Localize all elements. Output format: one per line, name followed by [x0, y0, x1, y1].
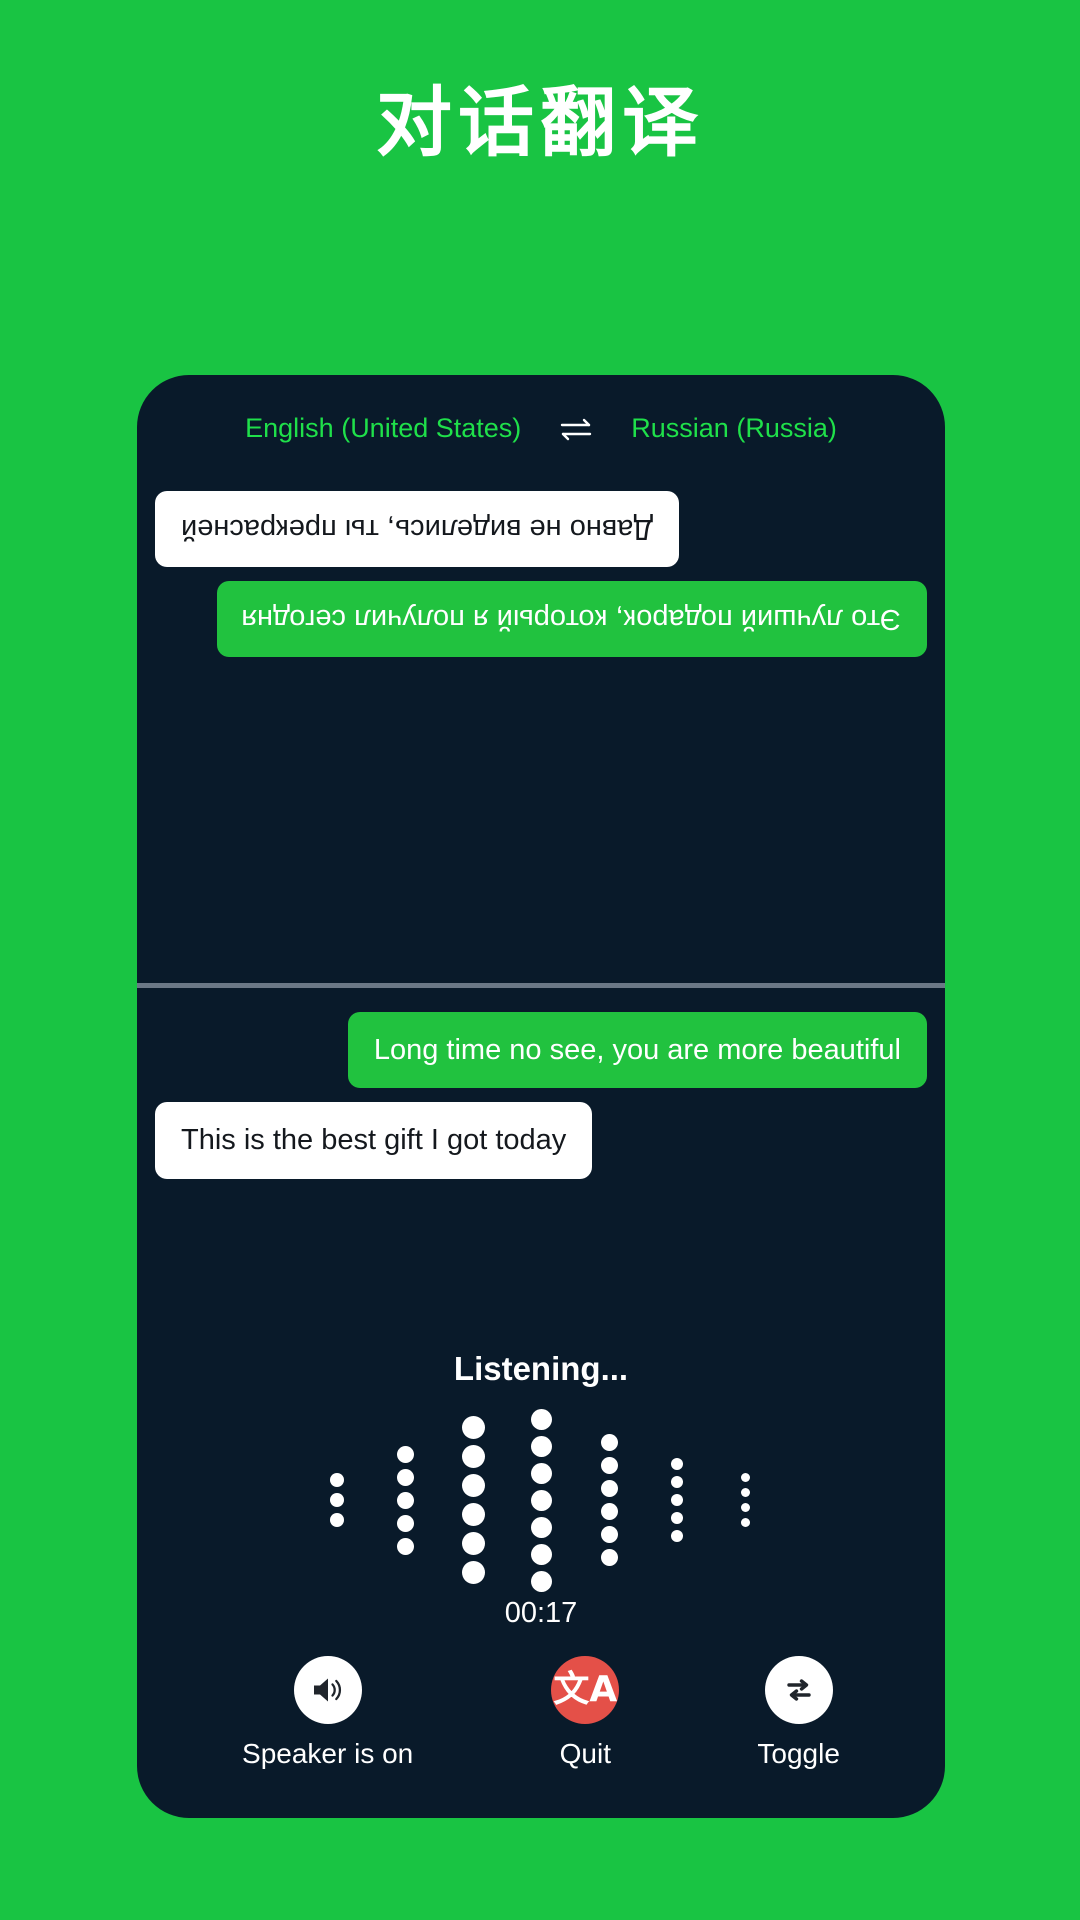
waveform-dot	[671, 1476, 683, 1488]
waveform-dot	[600, 1434, 618, 1451]
waveform-dot	[530, 1516, 552, 1538]
toggle-button-label: Toggle	[757, 1738, 840, 1769]
waveform-dot	[600, 1526, 618, 1543]
waveform-dot	[530, 1570, 552, 1592]
waveform-dot	[740, 1518, 750, 1527]
waveform-column	[439, 1413, 507, 1587]
waveform-dot	[396, 1537, 414, 1555]
waveform-column	[303, 1470, 371, 1530]
speaker-on-icon	[309, 1671, 347, 1709]
waveform-dot	[330, 1473, 344, 1487]
waveform-column	[643, 1455, 711, 1545]
waveform-dot	[461, 1503, 485, 1526]
waveform-dot	[396, 1445, 414, 1463]
waveform-column	[711, 1470, 779, 1530]
waveform-dot	[740, 1488, 750, 1497]
language-bar: English (United States) Russian (Russia)	[137, 413, 945, 444]
waveform-dot	[600, 1480, 618, 1497]
waveform-dot	[671, 1458, 683, 1470]
waveform-column	[371, 1443, 439, 1558]
local-conversation-pane: Long time no see, you are more beautiful…	[137, 990, 945, 1310]
message-bubble[interactable]: Long time no see, you are more beautiful	[347, 1012, 927, 1089]
waveform-dot	[530, 1489, 552, 1511]
message-row: Это лучший подарок, который я получил се…	[155, 581, 927, 658]
waveform-dot	[396, 1514, 414, 1532]
message-bubble[interactable]: Давно не виделись, ты прекрасней	[155, 491, 680, 568]
waveform-dot	[671, 1530, 683, 1542]
waveform-dot	[330, 1513, 344, 1527]
waveform-dot	[530, 1435, 552, 1457]
waveform-dot	[671, 1494, 683, 1506]
speaker-button[interactable]: Speaker is on	[242, 1656, 413, 1770]
waveform-column	[507, 1406, 575, 1595]
waveform-dot	[461, 1561, 485, 1584]
waveform-dot	[600, 1503, 618, 1520]
target-language-label[interactable]: Russian (Russia)	[631, 413, 837, 444]
phone-mockup: English (United States) Russian (Russia)…	[137, 375, 945, 1818]
listening-status: Listening...	[453, 1350, 629, 1387]
waveform-dot	[461, 1445, 485, 1468]
waveform-dot	[461, 1474, 485, 1497]
waveform-dot	[530, 1462, 552, 1484]
page-title: 对话翻译	[376, 81, 704, 166]
waveform-dot	[396, 1468, 414, 1486]
control-bar: Speaker is on 文A Quit Toggle	[137, 1656, 945, 1770]
waveform-dot	[600, 1457, 618, 1474]
waveform-column	[575, 1431, 643, 1569]
toggle-button[interactable]: Toggle	[757, 1656, 840, 1770]
speaker-button-circle[interactable]	[293, 1656, 362, 1724]
audio-waveform	[137, 1408, 945, 1592]
speaker-button-label: Speaker is on	[242, 1738, 414, 1769]
waveform-dot	[530, 1543, 552, 1565]
waveform-dot	[330, 1493, 344, 1507]
remote-conversation-pane: Это лучший подарок, который я получил се…	[137, 461, 945, 985]
waveform-dot	[740, 1473, 750, 1482]
conversation-divider	[137, 983, 945, 988]
waveform-dot	[461, 1532, 485, 1555]
translate-icon: 文A	[553, 1669, 618, 1710]
swap-horizontal-arrows-icon[interactable]	[559, 414, 593, 444]
message-row: Long time no see, you are more beautiful	[155, 1012, 927, 1089]
toggle-repeat-icon	[780, 1671, 818, 1709]
source-language-label[interactable]: English (United States)	[245, 413, 521, 444]
quit-button-circle[interactable]: 文A	[551, 1656, 620, 1724]
toggle-button-circle[interactable]	[764, 1656, 833, 1724]
app-screen: 对话翻译 English (United States) Russian (Ru…	[0, 0, 1080, 1920]
waveform-dot	[530, 1408, 552, 1430]
message-row: This is the best gift I got today	[155, 1102, 927, 1179]
message-bubble[interactable]: Это лучший подарок, который я получил се…	[216, 581, 927, 658]
waveform-dot	[396, 1491, 414, 1509]
quit-button[interactable]: 文A Quit	[551, 1656, 620, 1770]
quit-button-label: Quit	[559, 1738, 611, 1769]
message-row: Давно не виделись, ты прекрасней	[155, 491, 927, 568]
waveform-dot	[600, 1549, 618, 1566]
waveform-dot	[671, 1512, 683, 1524]
recording-timer: 00:17	[504, 1597, 578, 1629]
waveform-dot	[461, 1416, 485, 1439]
waveform-dot	[740, 1503, 750, 1512]
message-bubble[interactable]: This is the best gift I got today	[155, 1102, 593, 1179]
